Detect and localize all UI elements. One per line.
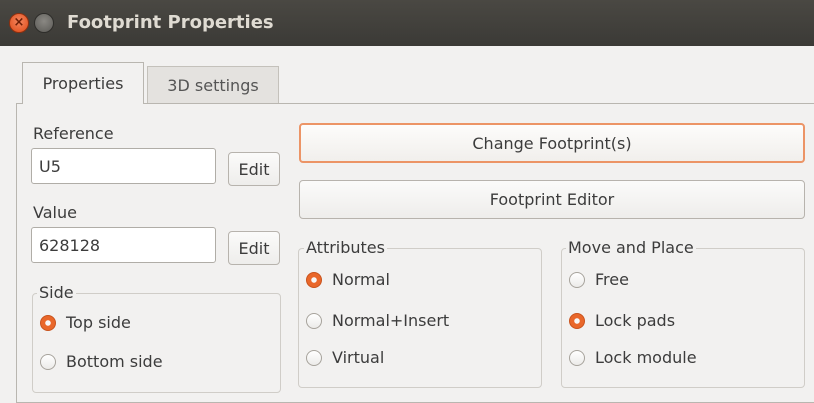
radio-free[interactable]: Free [569, 270, 629, 289]
radio-top-side[interactable]: Top side [40, 313, 131, 332]
radio-normal[interactable]: Normal [306, 270, 390, 289]
radio-virtual[interactable]: Virtual [306, 348, 384, 367]
title-bar: × Footprint Properties [0, 0, 814, 46]
side-group-title: Side [37, 283, 76, 302]
radio-normal-insert[interactable]: Normal+Insert [306, 311, 449, 330]
tab-properties[interactable]: Properties [22, 62, 144, 104]
radio-label: Free [595, 270, 629, 289]
radio-indicator [569, 349, 585, 366]
reference-edit-button[interactable]: Edit [228, 152, 280, 186]
radio-lock-pads[interactable]: Lock pads [569, 311, 675, 330]
side-group [32, 293, 281, 393]
close-icon[interactable]: × [9, 13, 29, 33]
radio-indicator [569, 271, 585, 288]
footprint-editor-button[interactable]: Footprint Editor [299, 180, 805, 219]
radio-label: Bottom side [66, 352, 163, 371]
move-place-group-title: Move and Place [566, 238, 696, 257]
radio-indicator [569, 312, 585, 329]
radio-label: Virtual [332, 348, 385, 367]
radio-lock-module[interactable]: Lock module [569, 348, 697, 367]
tab-3d-settings[interactable]: 3D settings [147, 66, 279, 103]
window-title: Footprint Properties [67, 12, 274, 33]
radio-indicator [306, 312, 322, 329]
radio-bottom-side[interactable]: Bottom side [40, 352, 163, 371]
value-field[interactable] [31, 227, 216, 263]
radio-indicator [40, 314, 56, 331]
minimize-icon[interactable] [34, 13, 54, 33]
change-footprint-button[interactable]: Change Footprint(s) [299, 123, 805, 163]
radio-label: Lock pads [595, 311, 676, 330]
radio-label: Normal [332, 270, 390, 289]
reference-label: Reference [33, 124, 114, 143]
radio-indicator [306, 271, 322, 288]
value-edit-button[interactable]: Edit [228, 231, 280, 265]
radio-label: Top side [66, 313, 131, 332]
radio-label: Normal+Insert [332, 311, 450, 330]
value-label: Value [33, 203, 77, 222]
radio-indicator [40, 353, 56, 370]
attributes-group-title: Attributes [304, 238, 387, 257]
radio-label: Lock module [595, 348, 697, 367]
reference-field[interactable] [31, 148, 216, 184]
radio-indicator [306, 349, 322, 366]
